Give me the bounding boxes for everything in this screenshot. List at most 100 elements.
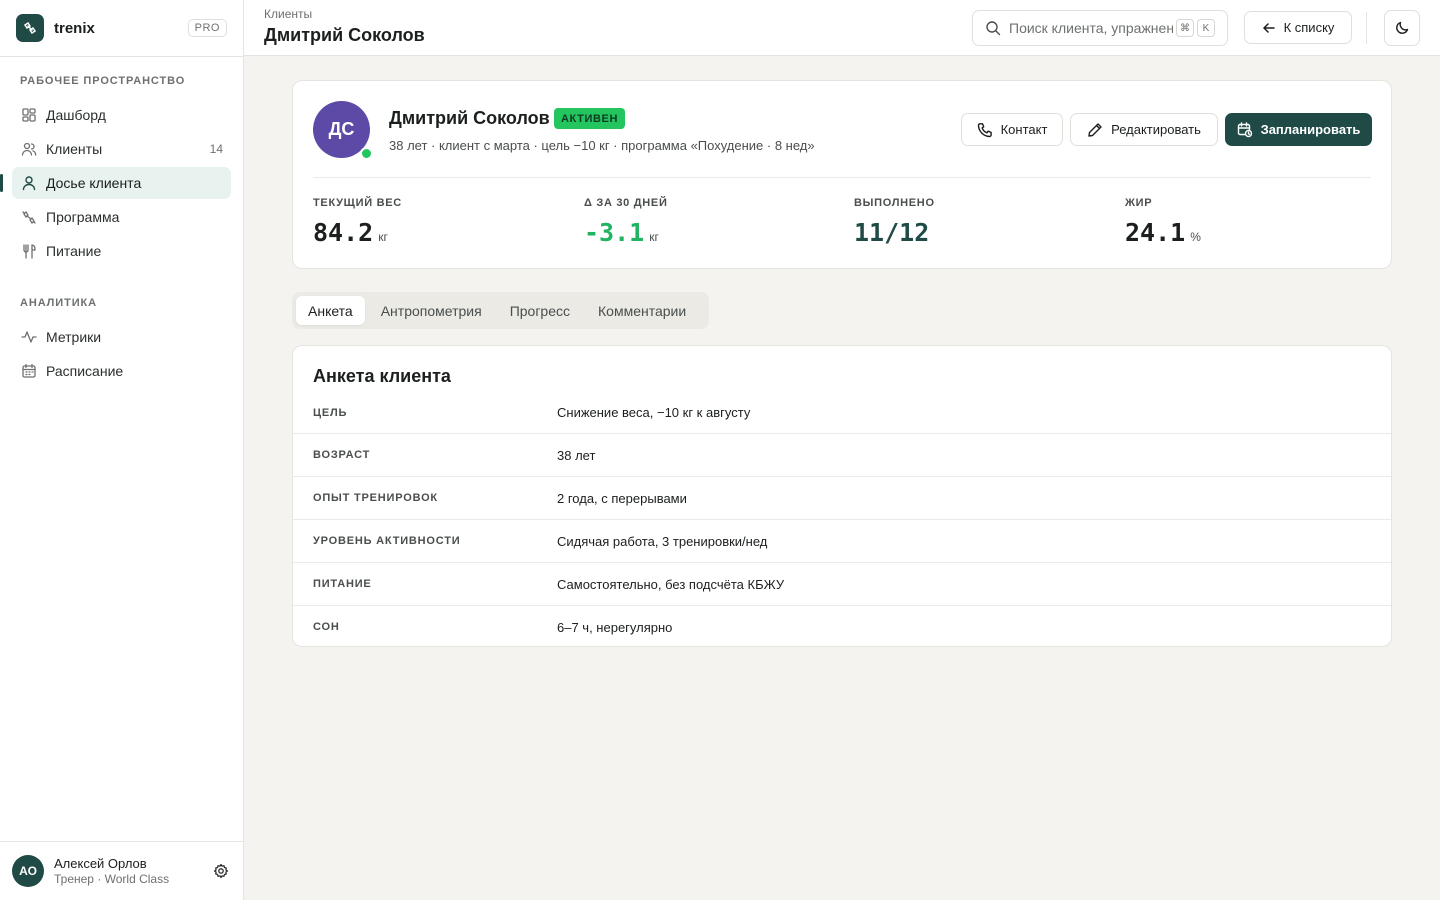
contact-button-label: Контакт [1000, 122, 1048, 137]
table-row: ЦЕЛЬ Снижение веса, −10 кг к августу [293, 392, 1391, 433]
contact-button[interactable]: Контакт [961, 113, 1063, 146]
calendar-icon [20, 362, 38, 380]
stat-value: 11/12 [854, 218, 930, 247]
row-label: СОН [313, 621, 340, 633]
nav-section-workspace: РАБОЧЕЕ ПРОСТРАНСТВО [20, 75, 186, 87]
phone-icon [977, 122, 992, 137]
online-status-dot [360, 147, 373, 160]
client-name: Дмитрий Соколов [389, 108, 550, 128]
brand-name: trenix [54, 19, 95, 37]
activity-icon [20, 328, 38, 346]
edit-button[interactable]: Редактировать [1070, 113, 1218, 146]
stat-weight-delta: Δ ЗА 30 ДНЕЙ -3.1 кг [584, 197, 834, 247]
brand[interactable]: trenix PRO [0, 0, 243, 57]
pencil-icon [1088, 122, 1102, 137]
topbar: Клиенты Дмитрий Соколов ⌘ K К списку [244, 0, 1440, 56]
stat-unit: кг [378, 230, 388, 244]
kbd-key: K [1197, 19, 1215, 37]
user-role: Тренер · World Class [54, 872, 170, 886]
client-summary: 38 лет · клиент с марта · цель −10 кг · … [389, 138, 815, 153]
stat-current-weight: ТЕКУЩИЙ ВЕС 84.2 кг [313, 197, 563, 247]
row-label: ПИТАНИЕ [313, 578, 372, 590]
dashboard-icon [20, 106, 38, 124]
table-row: СОН 6–7 ч, нерегулярно [293, 605, 1391, 646]
sidebar-item-label: Дашборд [46, 107, 106, 123]
tab-progress[interactable]: Прогресс [498, 296, 582, 325]
sidebar-item-label: Расписание [46, 363, 124, 379]
user-avatar[interactable]: АО [12, 855, 44, 887]
edit-button-label: Редактировать [1111, 122, 1201, 137]
stat-label: Δ ЗА 30 ДНЕЙ [584, 197, 668, 209]
stat-label: ВЫПОЛНЕНО [854, 197, 935, 209]
kbd-cmd: ⌘ [1176, 19, 1194, 37]
sidebar-item-dashboard[interactable]: Дашборд [12, 99, 231, 131]
breadcrumb[interactable]: Клиенты [264, 7, 312, 21]
clients-count-badge: 14 [209, 142, 223, 156]
gear-icon[interactable] [211, 861, 231, 881]
sidebar-item-nutrition[interactable]: Питание [12, 235, 231, 267]
row-value: Самостоятельно, без подсчёта КБЖУ [557, 576, 785, 592]
search-box[interactable]: ⌘ K [972, 10, 1228, 46]
profile-divider [313, 177, 1371, 178]
sidebar-item-schedule[interactable]: Расписание [12, 355, 231, 387]
sidebar-item-label: Досье клиента [46, 175, 142, 191]
stat-label: ЖИР [1125, 197, 1153, 209]
stat-completed: ВЫПОЛНЕНО 11/12 [854, 197, 1104, 247]
sidebar-item-label: Программа [46, 209, 120, 225]
dumbbell-icon [20, 208, 38, 226]
arrow-left-icon [1262, 22, 1275, 33]
questionnaire-title: Анкета клиента [313, 366, 451, 386]
tab-comments[interactable]: Комментарии [586, 296, 698, 325]
sidebar: trenix PRO РАБОЧЕЕ ПРОСТРАНСТВО Дашборд … [0, 0, 244, 900]
sidebar-item-label: Питание [46, 243, 102, 259]
schedule-button-label: Запланировать [1260, 122, 1361, 137]
search-icon [985, 20, 1001, 36]
row-label: ОПЫТ ТРЕНИРОВОК [313, 492, 438, 504]
stat-label: ТЕКУЩИЙ ВЕС [313, 197, 402, 209]
row-value: Сидячая работа, 3 тренировки/нед [557, 533, 768, 549]
sidebar-item-clients[interactable]: Клиенты 14 [12, 133, 231, 165]
sidebar-item-label: Клиенты [46, 141, 103, 157]
sidebar-item-client-dossier[interactable]: Досье клиента [0, 167, 231, 199]
users-icon [20, 140, 38, 158]
tab-anthropometry[interactable]: Антропометрия [369, 296, 494, 325]
brand-logo-icon [16, 14, 44, 42]
schedule-button[interactable]: Запланировать [1225, 113, 1372, 146]
sidebar-item-label: Метрики [46, 329, 102, 345]
fork-knife-icon [20, 242, 38, 260]
table-row: ВОЗРАСТ 38 лет [293, 433, 1391, 476]
theme-toggle-button[interactable] [1384, 10, 1420, 46]
row-value: 2 года, с перерывами [557, 490, 687, 506]
back-to-list-button[interactable]: К списку [1244, 11, 1352, 44]
moon-icon [1396, 21, 1409, 34]
nav-section-analytics: АНАЛИТИКА [20, 297, 97, 309]
topbar-divider [1366, 12, 1367, 44]
sidebar-item-metrics[interactable]: Метрики [12, 321, 231, 353]
row-label: ВОЗРАСТ [313, 449, 371, 461]
sidebar-item-program[interactable]: Программа [12, 201, 231, 233]
plan-badge: PRO [187, 19, 227, 37]
status-badge: АКТИВЕН [554, 108, 625, 129]
table-row: ОПЫТ ТРЕНИРОВОК 2 года, с перерывами [293, 476, 1391, 519]
row-value: Снижение веса, −10 кг к августу [557, 405, 751, 420]
search-input[interactable] [1009, 20, 1173, 36]
row-label: УРОВЕНЬ АКТИВНОСТИ [313, 535, 461, 547]
questionnaire-rows: ЦЕЛЬ Снижение веса, −10 кг к августу ВОЗ… [293, 392, 1391, 646]
stat-body-fat: ЖИР 24.1 % [1125, 197, 1375, 247]
stat-value: 84.2 [313, 218, 374, 247]
row-value: 6–7 ч, нерегулярно [557, 619, 673, 635]
stat-value: -3.1 [584, 218, 645, 247]
row-value: 38 лет [557, 447, 596, 463]
page-title: Дмитрий Соколов [264, 25, 425, 45]
back-button-label: К списку [1283, 20, 1335, 35]
dossier-tabs: Анкета Антропометрия Прогресс Комментари… [292, 292, 709, 329]
stat-value: 24.1 [1125, 218, 1186, 247]
tab-questionnaire[interactable]: Анкета [296, 296, 365, 325]
questionnaire-card: Анкета клиента ЦЕЛЬ Снижение веса, −10 к… [292, 345, 1392, 647]
table-row: ПИТАНИЕ Самостоятельно, без подсчёта КБЖ… [293, 562, 1391, 605]
stat-unit: кг [649, 230, 659, 244]
current-user: АО Алексей Орлов Тренер · World Class [0, 841, 243, 900]
row-label: ЦЕЛЬ [313, 406, 348, 419]
client-profile-card: ДС Дмитрий Соколов АКТИВЕН 38 лет · клие… [292, 80, 1392, 269]
user-name: Алексей Орлов [54, 856, 147, 871]
